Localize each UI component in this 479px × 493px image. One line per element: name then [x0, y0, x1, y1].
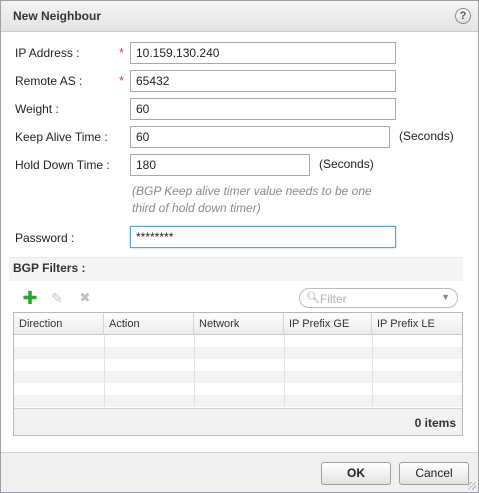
column-header-network[interactable]: Network — [194, 313, 284, 335]
column-header-action[interactable]: Action — [104, 313, 194, 335]
remote-as-label: Remote AS : — [15, 74, 83, 88]
empty-row — [14, 335, 462, 347]
password-field[interactable] — [130, 226, 396, 248]
bgp-filters-table: Direction Action Network IP Prefix GE IP… — [13, 312, 463, 436]
ok-button[interactable]: OK — [321, 462, 391, 485]
keep-alive-label: Keep Alive Time : — [15, 130, 108, 144]
column-divider — [194, 335, 195, 407]
hint-line-1: (BGP Keep alive timer value needs to be … — [132, 184, 372, 198]
weight-label: Weight : — [15, 102, 59, 116]
column-divider — [104, 335, 105, 407]
search-icon: 🔍︎ — [306, 292, 320, 304]
password-label: Password : — [15, 231, 75, 245]
required-marker-as: * — [119, 73, 125, 88]
empty-row — [14, 383, 462, 395]
table-header: Direction Action Network IP Prefix GE IP… — [14, 313, 462, 335]
filter-placeholder: Filter — [320, 292, 347, 306]
empty-row — [14, 359, 462, 371]
column-divider — [372, 335, 373, 407]
keep-alive-field[interactable] — [130, 126, 390, 148]
weight-field[interactable] — [130, 98, 396, 120]
chevron-down-icon[interactable]: ▼ — [441, 292, 450, 302]
hold-down-field[interactable] — [130, 154, 310, 176]
keep-alive-unit: (Seconds) — [399, 129, 454, 143]
help-icon[interactable]: ? — [455, 8, 471, 24]
hold-down-label: Hold Down Time : — [15, 158, 110, 172]
resize-grip-icon[interactable] — [468, 482, 476, 490]
item-count: 0 items — [414, 416, 456, 430]
column-header-ip-prefix-le[interactable]: IP Prefix LE — [372, 313, 462, 335]
ip-address-label: IP Address : — [15, 46, 80, 60]
table-footer: 0 items — [14, 408, 462, 435]
empty-row — [14, 395, 462, 407]
table-body — [14, 335, 462, 407]
bgp-filters-title: BGP Filters : — [13, 261, 86, 275]
column-header-direction[interactable]: Direction — [14, 313, 104, 335]
edit-icon[interactable]: ✎ — [49, 290, 65, 306]
hold-down-hint: (BGP Keep alive timer value needs to be … — [132, 183, 392, 217]
cancel-button[interactable]: Cancel — [399, 462, 469, 485]
dialog-titlebar[interactable]: New Neighbour ? — [1, 1, 478, 32]
empty-row — [14, 347, 462, 359]
delete-icon[interactable]: ✖ — [77, 290, 93, 306]
hint-line-2: third of hold down timer) — [132, 201, 261, 215]
new-neighbour-dialog: New Neighbour ? IP Address : * Remote AS… — [0, 0, 479, 493]
empty-row — [14, 371, 462, 383]
add-icon[interactable]: ✚ — [22, 289, 38, 307]
hold-down-unit: (Seconds) — [319, 157, 374, 171]
dialog-footer: OK Cancel — [1, 452, 478, 492]
required-marker-ip: * — [119, 45, 125, 60]
column-divider — [284, 335, 285, 407]
dialog-title: New Neighbour — [13, 9, 102, 23]
ip-address-field[interactable] — [130, 42, 396, 64]
filter-input[interactable]: 🔍︎ Filter ▼ — [299, 288, 458, 308]
remote-as-field[interactable] — [130, 70, 396, 92]
column-header-ip-prefix-ge[interactable]: IP Prefix GE — [284, 313, 372, 335]
